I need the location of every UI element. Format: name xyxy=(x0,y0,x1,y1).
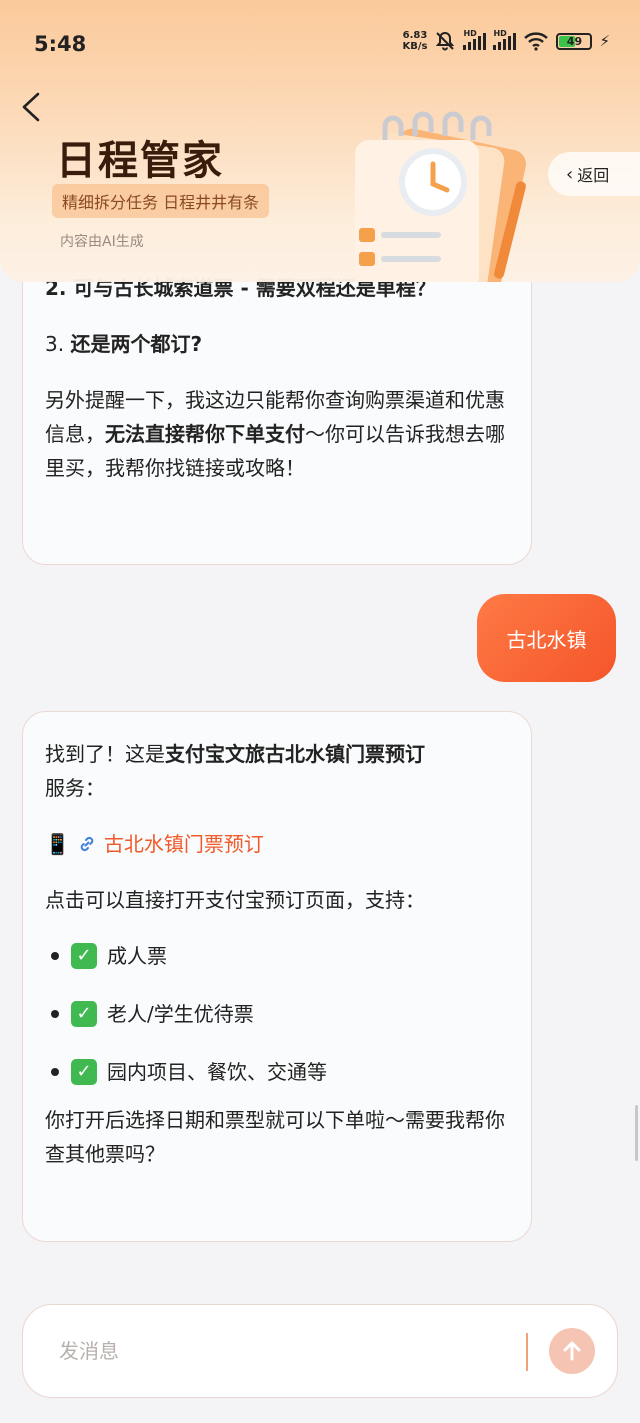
link-icon xyxy=(80,836,94,852)
back-arrow-icon[interactable] xyxy=(18,90,44,124)
ticket-link[interactable]: 📱 古北水镇门票预订 xyxy=(45,827,509,861)
user-message: 古北水镇 xyxy=(477,594,616,682)
ticket-link-text[interactable]: 古北水镇门票预订 xyxy=(104,827,264,861)
chevron-left-icon: ‹ xyxy=(566,163,574,185)
support-text: 点击可以直接打开支付宝预订页面，支持： xyxy=(45,888,425,912)
page-subtitle: 精细拆分任务 日程井井有条 xyxy=(52,184,270,218)
message-composer xyxy=(22,1304,618,1398)
calendar-clock-illustration xyxy=(355,111,526,282)
status-bar: 5:48 6.83 KB/s HD HD 49 ⚡ xyxy=(0,0,640,90)
arrow-up-icon xyxy=(563,1341,581,1361)
charging-icon: ⚡ xyxy=(599,32,610,50)
battery-icon: 49 xyxy=(556,32,593,50)
bot-message: 2. 可与古长城索道票 - 需要双程还是单程？ 3. 还是两个都订? 另外提醒一… xyxy=(22,240,532,565)
page-title: 日程管家 xyxy=(56,138,224,184)
text-caret xyxy=(526,1333,528,1371)
check-icon: ✓ xyxy=(71,943,97,969)
reminder-paragraph: 另外提醒一下，我这边只能帮你查询购票渠道和优惠信息，无法直接帮你下单支付～你可以… xyxy=(45,388,505,480)
check-icon: ✓ xyxy=(71,1001,97,1027)
list-item: 3. 还是两个都订? xyxy=(45,332,203,356)
signal-icon-1: HD xyxy=(463,29,487,50)
list-item: ✓ 园内项目、餐饮、交通等 xyxy=(45,1055,509,1089)
status-time: 5:48 xyxy=(34,32,87,56)
bell-muted-icon xyxy=(436,31,455,51)
list-item: ✓ 成人票 xyxy=(45,939,509,973)
return-button[interactable]: ‹ 返回 xyxy=(548,152,640,196)
intro-paragraph: 找到了！这是支付宝文旅古北水镇门票预订 服务： xyxy=(45,742,425,800)
ai-generated-note: 内容由AI生成 xyxy=(60,234,144,250)
phone-icon: 📱 xyxy=(45,832,70,856)
status-icons: 6.83 KB/s HD HD 49 ⚡ xyxy=(402,29,610,52)
net-speed: 6.83 KB/s xyxy=(402,30,428,52)
wifi-icon xyxy=(524,32,549,51)
list-item: ✓ 老人/学生优待票 xyxy=(45,997,509,1031)
check-icon: ✓ xyxy=(71,1059,97,1085)
signal-icon-2: HD xyxy=(493,29,517,50)
feature-list: ✓ 成人票 ✓ 老人/学生优待票 ✓ 园内项目、餐饮、交通等 xyxy=(45,939,509,1089)
send-button[interactable] xyxy=(549,1328,595,1374)
bot-message: 找到了！这是支付宝文旅古北水镇门票预订 服务： 📱 古北水镇门票预订 点击可以直接… xyxy=(22,711,532,1242)
scrollbar[interactable] xyxy=(635,1105,638,1161)
closing-text: 你打开后选择日期和票型就可以下单啦～需要我帮你查其他票吗？ xyxy=(45,1108,505,1166)
message-input[interactable] xyxy=(59,1333,499,1369)
header: 5:48 6.83 KB/s HD HD 49 ⚡ 日程管家 精细拆分任务 日程… xyxy=(0,0,640,282)
